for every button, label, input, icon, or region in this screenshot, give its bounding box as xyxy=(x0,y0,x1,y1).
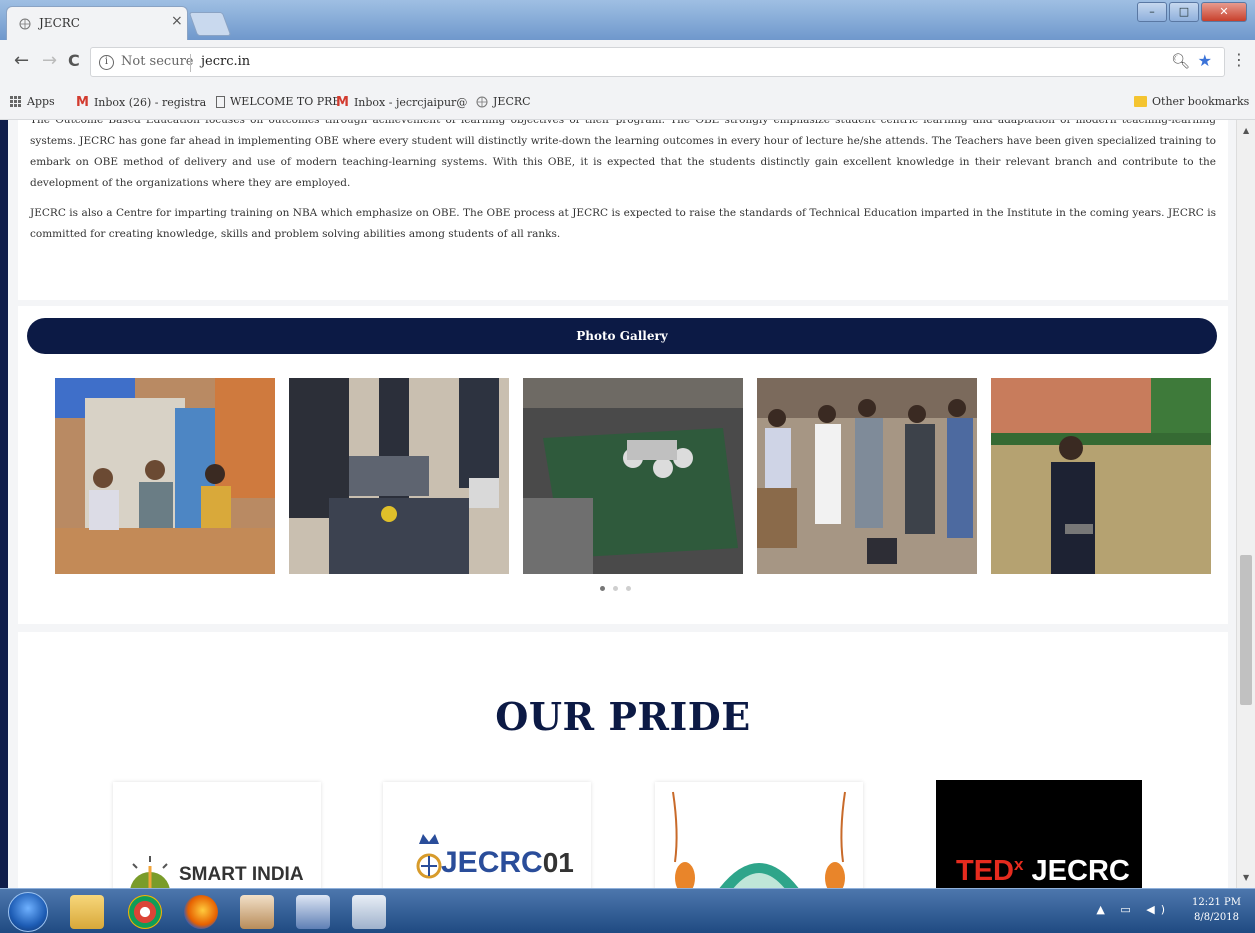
our-pride-section: OUR PRIDE SMART INDIA JECRC01 TEDx JECRC xyxy=(18,632,1228,888)
tedx-jecrc-logo-card[interactable]: TEDx JECRC xyxy=(936,780,1142,888)
tedx-jecrc-label: TEDx JECRC xyxy=(956,855,1130,887)
bookmark-jecrc[interactable]: JECRC xyxy=(476,95,531,108)
gallery-photo-3[interactable] xyxy=(523,378,743,574)
scroll-down-arrow-icon[interactable]: ▼ xyxy=(1243,873,1249,882)
apps-grid-icon xyxy=(10,95,22,108)
word-icon[interactable] xyxy=(296,895,330,929)
gmail-icon: M xyxy=(76,95,89,110)
scroll-thumb[interactable] xyxy=(1240,555,1252,705)
url-text[interactable]: jecrc.in xyxy=(201,54,250,69)
carousel-dot[interactable] xyxy=(626,586,631,591)
carousel-pagination xyxy=(600,586,631,591)
web-page: The Outcome Based Education focuses on o… xyxy=(8,120,1236,888)
firefox-icon[interactable] xyxy=(184,895,218,929)
bookmark-apps[interactable]: Apps xyxy=(10,95,55,108)
bookmark-label: Inbox - jecrcjaipur@ xyxy=(353,96,468,109)
smart-india-label: SMART INDIA xyxy=(179,864,304,885)
new-tab-button[interactable] xyxy=(188,12,232,36)
clock-date: 8/8/2018 xyxy=(1194,912,1239,923)
bookmark-label: Apps xyxy=(27,95,55,108)
user-app-icon[interactable] xyxy=(240,895,274,929)
photo-gallery-title: Photo Gallery xyxy=(27,318,1217,354)
tab-close-icon[interactable]: × xyxy=(171,13,183,29)
browser-toolbar: ← → C i Not secure jecrc.in 🔍︎ ★ ⋮ xyxy=(0,40,1255,84)
our-pride-title: OUR PRIDE xyxy=(495,694,751,739)
globe-icon xyxy=(19,18,31,30)
document-icon xyxy=(216,95,225,108)
other-bookmarks[interactable]: Other bookmarks xyxy=(1134,95,1249,108)
gallery-photo-4[interactable] xyxy=(757,378,977,574)
paint-icon[interactable] xyxy=(352,895,386,929)
photo-gallery-section: Photo Gallery xyxy=(18,306,1228,624)
clock-time: 12:21 PM xyxy=(1192,897,1241,908)
bookmark-label: Inbox (26) - registra xyxy=(93,96,207,109)
bookmark-inbox-registrar[interactable]: M Inbox (26) - registra xyxy=(76,95,206,110)
bookmark-label: JECRC xyxy=(493,95,531,108)
bookmarks-bar: Apps M Inbox (26) - registra WELCOME TO … xyxy=(0,84,1255,120)
tab-title: JECRC xyxy=(39,16,80,30)
window-controls: – □ ✕ xyxy=(1137,2,1247,22)
browser-title-bar: JECRC × – □ ✕ xyxy=(0,0,1255,40)
vertical-scrollbar[interactable]: ▲ ▼ xyxy=(1236,120,1255,888)
jecrc-01-logo-card[interactable]: JECRC01 xyxy=(383,782,591,888)
gallery-photo-1[interactable] xyxy=(55,378,275,574)
smart-india-emblem-icon xyxy=(130,856,170,888)
close-window-button[interactable]: ✕ xyxy=(1201,2,1247,22)
info-icon[interactable]: i xyxy=(99,55,114,70)
gallery-photo-5[interactable] xyxy=(991,378,1211,574)
menu-icon[interactable]: ⋮ xyxy=(1231,50,1247,69)
reload-icon[interactable]: C xyxy=(68,51,80,70)
bookmark-inbox-jecrcjaipur[interactable]: M Inbox - jecrcjaipur@ xyxy=(336,95,467,110)
windows-taskbar: ▲ ▭ ◀) 12:21 PM 8/8/2018 xyxy=(0,888,1255,933)
globe-icon xyxy=(476,96,488,107)
obe-paragraph: The Outcome Based Education focuses on o… xyxy=(30,120,1216,189)
crown-icon xyxy=(416,834,442,879)
system-tray-icons[interactable]: ▲ ▭ ◀) xyxy=(1096,903,1171,916)
chrome-icon[interactable] xyxy=(128,895,162,929)
bookmark-star-icon[interactable]: ★ xyxy=(1198,51,1212,70)
system-clock[interactable]: 12:21 PM 8/8/2018 xyxy=(1192,895,1241,925)
scroll-up-arrow-icon[interactable]: ▲ xyxy=(1243,126,1249,135)
file-explorer-icon[interactable] xyxy=(70,895,104,929)
other-bookmarks-label: Other bookmarks xyxy=(1152,95,1250,108)
divider xyxy=(190,54,191,72)
address-bar[interactable]: i Not secure jecrc.in 🔍︎ ★ xyxy=(90,47,1225,77)
back-icon[interactable]: ← xyxy=(14,50,29,71)
carousel-dot[interactable] xyxy=(600,586,605,591)
festival-logo-icon xyxy=(672,791,846,888)
gallery-photo-2[interactable] xyxy=(289,378,509,574)
zoom-icon[interactable]: 🔍︎ xyxy=(1171,52,1190,70)
festival-logo-card[interactable] xyxy=(655,782,863,888)
carousel-dot[interactable] xyxy=(613,586,618,591)
jecrc-01-label: JECRC01 xyxy=(441,846,574,879)
page-viewport: The Outcome Based Education focuses on o… xyxy=(0,120,1255,888)
folder-icon xyxy=(1134,96,1147,107)
gmail-icon: M xyxy=(336,95,349,110)
minimize-button[interactable]: – xyxy=(1137,2,1167,22)
smart-india-logo-card[interactable]: SMART INDIA xyxy=(113,782,321,888)
forward-icon[interactable]: → xyxy=(42,50,57,71)
obe-text-section: The Outcome Based Education focuses on o… xyxy=(18,120,1228,300)
browser-tab[interactable]: JECRC × xyxy=(6,6,188,40)
security-indicator: Not secure xyxy=(121,54,194,69)
nba-paragraph: JECRC is also a Centre for imparting tra… xyxy=(30,207,1216,240)
maximize-button[interactable]: □ xyxy=(1169,2,1199,22)
start-button[interactable] xyxy=(8,892,48,932)
bookmark-label: WELCOME TO PRE xyxy=(230,95,341,108)
bookmark-welcome[interactable]: WELCOME TO PRE xyxy=(216,95,340,108)
